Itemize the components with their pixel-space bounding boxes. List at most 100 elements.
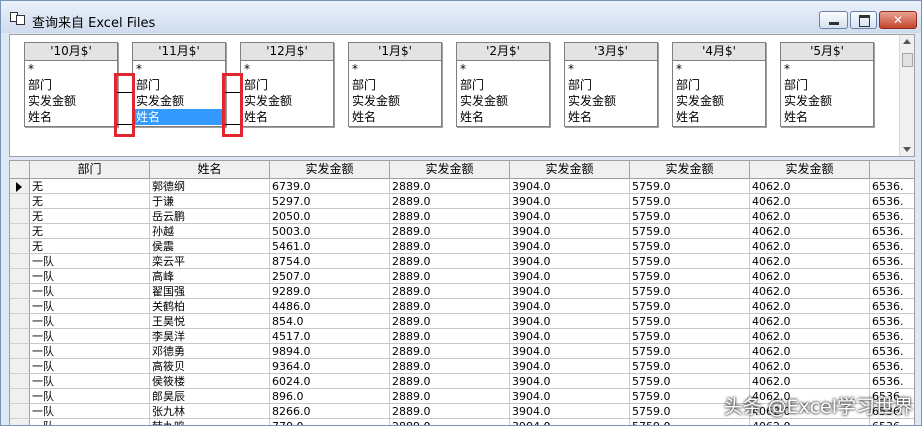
scroll-up-icon[interactable] (903, 39, 911, 44)
table-cell[interactable]: 3904.0 (510, 239, 630, 254)
field-item[interactable]: 部门 (241, 77, 333, 93)
table-cell[interactable]: 3904.0 (510, 299, 630, 314)
field-item[interactable]: 部门 (133, 77, 225, 93)
table-row[interactable]: 一队 关鹤柏 4486.0 2889.0 3904.0 5759.0 4062.0 6536. (10, 299, 914, 314)
table-cell[interactable]: 2889.0 (390, 344, 510, 359)
table-cell[interactable]: 无 (30, 179, 150, 194)
table-cell[interactable]: 2889.0 (390, 404, 510, 419)
table-box-title[interactable]: '12月$' (241, 43, 333, 61)
table-box[interactable]: '12月$' * 部门 实发金额 姓名 (240, 42, 334, 127)
table-cell[interactable]: 9894.0 (270, 344, 390, 359)
table-cell[interactable]: 9364.0 (270, 359, 390, 374)
column-header[interactable]: 实发金额 (630, 161, 750, 178)
table-cell[interactable]: 2889.0 (390, 329, 510, 344)
table-cell[interactable]: 一队 (30, 284, 150, 299)
table-cell[interactable]: 一队 (30, 359, 150, 374)
column-header[interactable]: 实发金额 (510, 161, 630, 178)
row-selector[interactable] (10, 374, 30, 389)
row-selector[interactable] (10, 359, 30, 374)
field-item[interactable]: 实发金额 (133, 93, 225, 109)
title-bar[interactable]: 查询来自 Excel Files ✕ (1, 1, 921, 33)
field-item[interactable]: 部门 (673, 77, 765, 93)
table-box[interactable]: '3月$' * 部门 实发金额 姓名 (564, 42, 658, 127)
table-cell[interactable]: 邓德勇 (150, 344, 270, 359)
table-cell[interactable]: 770.0 (270, 419, 390, 425)
table-cell[interactable]: 6536. (870, 299, 914, 314)
table-cell[interactable]: 6536. (870, 209, 914, 224)
table-cell[interactable]: 2889.0 (390, 359, 510, 374)
table-cell[interactable]: 896.0 (270, 389, 390, 404)
table-cell[interactable]: 3904.0 (510, 359, 630, 374)
table-row[interactable]: 无孙越 5003.0 2889.0 3904.0 5759.0 4062.0 6536. (10, 224, 914, 239)
table-row[interactable]: 一队 翟国强 9289.0 2889.0 3904.0 5759.0 4062.0 6536. (10, 284, 914, 299)
table-box[interactable]: '4月$' * 部门 实发金额 姓名 (672, 42, 766, 127)
table-cell[interactable]: 2889.0 (390, 389, 510, 404)
field-item[interactable]: * (25, 61, 117, 77)
table-cell[interactable]: 6536. (870, 374, 914, 389)
field-item[interactable]: 实发金额 (781, 93, 873, 109)
row-selector[interactable] (10, 329, 30, 344)
field-item[interactable]: 部门 (349, 77, 441, 93)
table-cell[interactable]: 一队 (30, 269, 150, 284)
table-cell[interactable]: 3904.0 (510, 209, 630, 224)
column-header[interactable]: 实发金额 (390, 161, 510, 178)
table-cell[interactable]: 2050.0 (270, 209, 390, 224)
table-cell[interactable]: 侯震 (150, 239, 270, 254)
table-cell[interactable]: 5759.0 (630, 419, 750, 425)
table-cell[interactable]: 4062.0 (750, 239, 870, 254)
table-cell[interactable]: 4062.0 (750, 254, 870, 269)
table-cell[interactable]: 8266.0 (270, 404, 390, 419)
row-selector[interactable] (10, 269, 30, 284)
table-cell[interactable]: 岳云鹏 (150, 209, 270, 224)
table-cell[interactable]: 2889.0 (390, 254, 510, 269)
table-box[interactable]: '1月$' * 部门 实发金额 姓名 (348, 42, 442, 127)
table-cell[interactable]: 4062.0 (750, 419, 870, 425)
table-cell[interactable]: 4062.0 (750, 374, 870, 389)
table-row[interactable]: 一队 王昊悦 854.0 2889.0 3904.0 5759.0 4062.0 6536. (10, 314, 914, 329)
field-item[interactable]: 姓名 (349, 109, 441, 125)
column-header[interactable]: 姓名 (150, 161, 270, 178)
table-cell[interactable]: 4062.0 (750, 359, 870, 374)
table-cell[interactable]: 2889.0 (390, 269, 510, 284)
table-cell[interactable]: 2889.0 (390, 224, 510, 239)
table-cell[interactable]: 6536. (870, 359, 914, 374)
table-cell[interactable]: 8754.0 (270, 254, 390, 269)
table-cell[interactable]: 6536. (870, 344, 914, 359)
table-cell[interactable]: 3904.0 (510, 314, 630, 329)
table-cell[interactable]: 4062.0 (750, 284, 870, 299)
table-cell[interactable]: 一队 (30, 254, 150, 269)
field-item[interactable]: * (133, 61, 225, 77)
table-row[interactable]: 一队 高筱贝 9364.0 2889.0 3904.0 5759.0 4062.0 6536. (10, 359, 914, 374)
table-cell[interactable]: 3904.0 (510, 404, 630, 419)
table-cell[interactable]: 6536. (870, 239, 914, 254)
table-cell[interactable]: 4062.0 (750, 329, 870, 344)
table-cell[interactable]: 6536. (870, 254, 914, 269)
table-cell[interactable]: 4062.0 (750, 224, 870, 239)
table-cell[interactable]: 5759.0 (630, 284, 750, 299)
table-box-title[interactable]: '1月$' (349, 43, 441, 61)
field-item[interactable]: * (781, 61, 873, 77)
table-cell[interactable]: 3904.0 (510, 179, 630, 194)
table-cell[interactable]: 高筱贝 (150, 359, 270, 374)
row-selector[interactable] (10, 299, 30, 314)
row-selector[interactable] (10, 179, 30, 194)
table-cell[interactable]: 4062.0 (750, 269, 870, 284)
row-selector[interactable] (10, 254, 30, 269)
field-item[interactable]: * (241, 61, 333, 77)
table-cell[interactable]: 4517.0 (270, 329, 390, 344)
table-cell[interactable]: 6536. (870, 224, 914, 239)
field-item[interactable]: 姓名 (133, 109, 225, 125)
table-cell[interactable]: 3904.0 (510, 224, 630, 239)
table-cell[interactable]: 2507.0 (270, 269, 390, 284)
table-cell[interactable]: 4062.0 (750, 194, 870, 209)
close-button[interactable]: ✕ (879, 11, 917, 29)
table-cell[interactable]: 5759.0 (630, 239, 750, 254)
scroll-thumb[interactable] (902, 53, 913, 67)
table-box-title[interactable]: '2月$' (457, 43, 549, 61)
table-cell[interactable]: 5759.0 (630, 254, 750, 269)
table-box-title[interactable]: '4月$' (673, 43, 765, 61)
table-cell[interactable]: 4062.0 (750, 314, 870, 329)
table-box-title[interactable]: '3月$' (565, 43, 657, 61)
table-cell[interactable]: 2889.0 (390, 209, 510, 224)
field-item[interactable]: * (349, 61, 441, 77)
